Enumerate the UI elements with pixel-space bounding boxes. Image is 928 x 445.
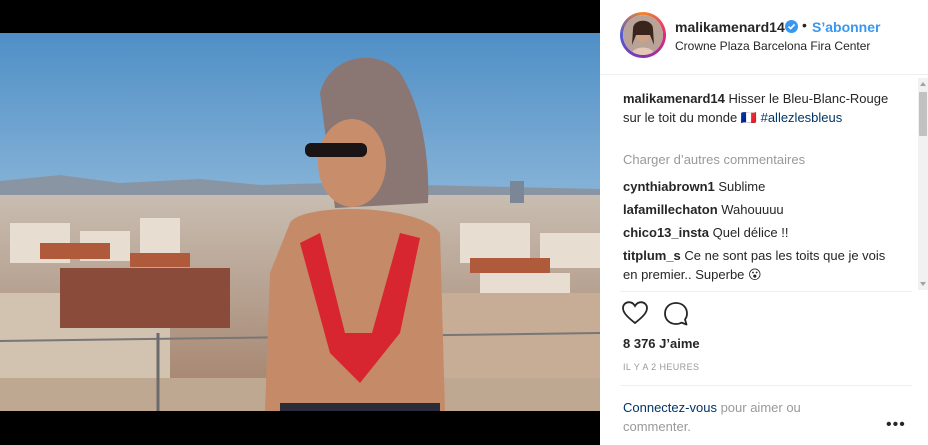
post-photo[interactable]: [0, 33, 600, 411]
load-more-comments-button[interactable]: Charger d’autres commentaires: [623, 152, 805, 167]
comment-item: cynthiabrown1 Sublime: [623, 177, 893, 196]
follow-button[interactable]: S’abonner: [812, 19, 880, 35]
separator-dot: •: [802, 17, 807, 33]
comment-bubble-icon[interactable]: [663, 301, 689, 332]
scroll-up-arrow-icon[interactable]: [920, 82, 926, 86]
post-header: malikamenard14 • S’abonner Crowne Plaza …: [600, 0, 928, 75]
comment-text: Wahouuuu: [717, 202, 784, 217]
post-caption: malikamenard14 Hisser le Bleu-Blanc-Roug…: [623, 89, 893, 127]
more-options-icon[interactable]: •••: [886, 416, 906, 434]
post-sidebar: malikamenard14 • S’abonner Crowne Plaza …: [600, 0, 928, 445]
caption-hashtag[interactable]: #allezlesbleus: [761, 110, 843, 125]
verified-badge-icon: [785, 20, 798, 33]
comment-username[interactable]: cynthiabrown1: [623, 179, 715, 194]
comment-item: titplum_s Ce ne sont pas les toits que j…: [623, 246, 893, 284]
comment-item: chico13_insta Quel délice !!: [623, 223, 893, 242]
heart-icon[interactable]: [622, 301, 648, 330]
divider: [620, 385, 912, 386]
login-prompt: Connectez-vous pour aimer ou commenter.: [623, 398, 833, 436]
comment-text: Quel délice !!: [709, 225, 789, 240]
login-link[interactable]: Connectez-vous: [623, 400, 717, 415]
comment-username[interactable]: titplum_s: [623, 248, 681, 263]
rooftop-photo-illustration: [0, 33, 600, 411]
post-timestamp[interactable]: IL Y A 2 HEURES: [623, 362, 699, 372]
avatar[interactable]: [620, 12, 666, 58]
scrollbar-thumb[interactable]: [919, 92, 927, 136]
caption-username[interactable]: malikamenard14: [623, 91, 725, 106]
comment-username[interactable]: lafamillechaton: [623, 202, 718, 217]
post-location[interactable]: Crowne Plaza Barcelona Fira Center: [675, 39, 870, 53]
scroll-down-arrow-icon[interactable]: [920, 282, 926, 286]
comment-text: Sublime: [714, 179, 766, 194]
comments-list[interactable]: malikamenard14 Hisser le Bleu-Blanc-Roug…: [600, 75, 918, 290]
avatar-image: [623, 15, 663, 55]
comments-scrollbar[interactable]: [918, 78, 928, 290]
divider: [620, 291, 912, 292]
likes-count[interactable]: 8 376 J’aime: [623, 336, 700, 351]
photo-pane: [0, 0, 600, 445]
post-username[interactable]: malikamenard14: [675, 19, 785, 35]
comment-username[interactable]: chico13_insta: [623, 225, 709, 240]
comment-item: lafamillechaton Wahouuuu: [623, 200, 893, 219]
